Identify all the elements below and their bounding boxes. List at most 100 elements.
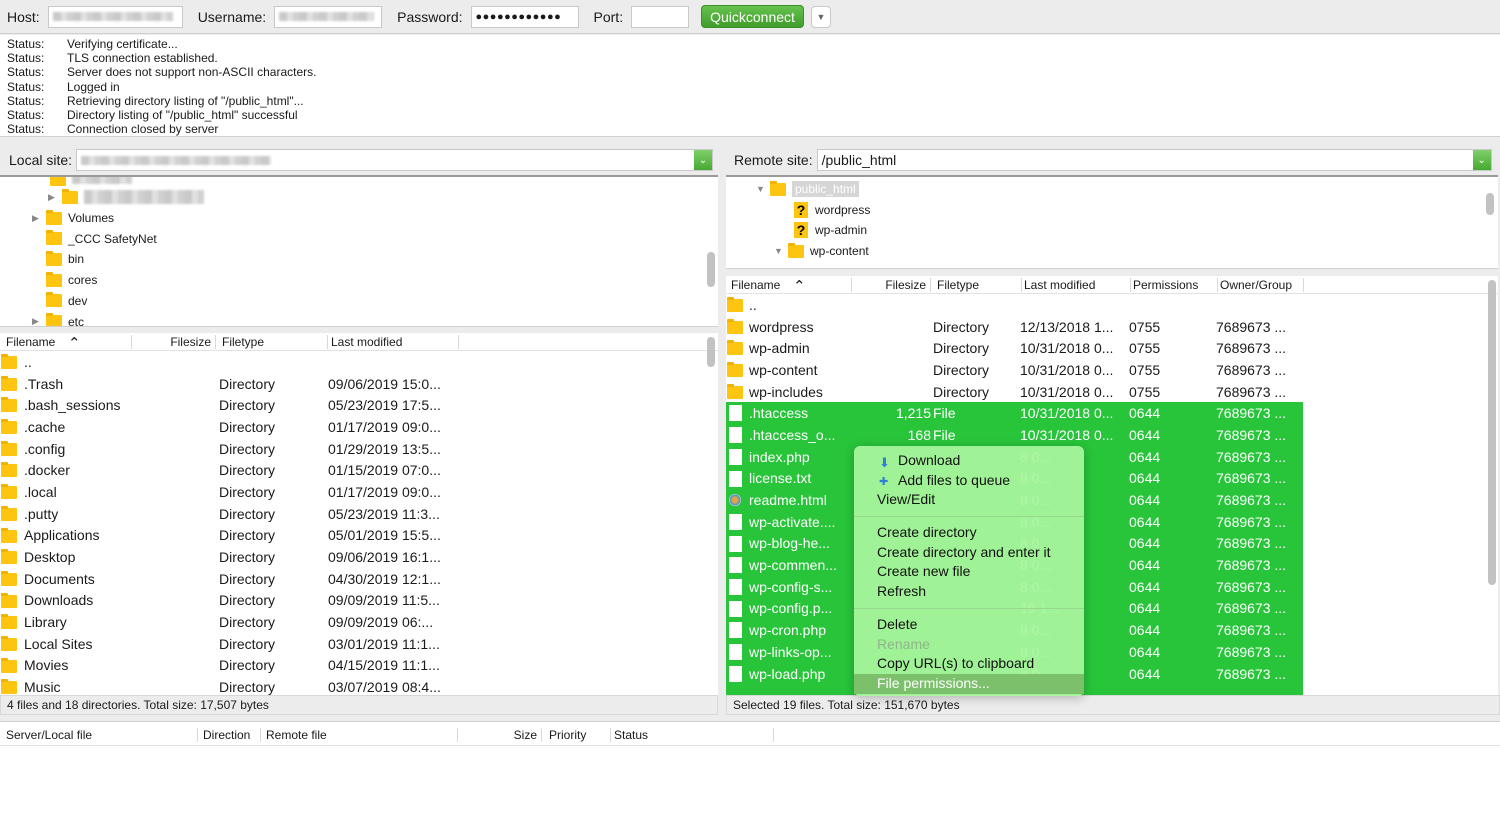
table-row[interactable]: wordpress Directory 12/13/2018 1... 0755 768…: [726, 316, 1498, 338]
local-site-input[interactable]: ⌄: [76, 149, 714, 171]
menu-item-copy-url-s-to-clipboard[interactable]: Copy URL(s) to clipboard: [854, 654, 1084, 674]
cell-perms: 0755: [1129, 361, 1161, 378]
column-header-remote-file[interactable]: Remote file: [266, 728, 458, 742]
column-header-filetype[interactable]: Filetype: [937, 278, 1022, 292]
table-row[interactable]: wp-admin Directory 10/31/2018 0... 0755 7689…: [726, 337, 1498, 359]
tree-node[interactable]: bin: [32, 249, 84, 269]
tree-node[interactable]: cores: [32, 270, 97, 290]
local-list-scrollbar[interactable]: [707, 337, 715, 367]
local-tree: ▶ ▶ Volumes _CCC SafetyNet bin cores dev ▶ etc: [0, 175, 718, 327]
column-header-filesize[interactable]: Filesize: [132, 335, 216, 349]
column-header-last-modified[interactable]: Last modified: [1024, 278, 1131, 292]
log-message: Verifying certificate...: [67, 37, 178, 51]
username-input[interactable]: [274, 5, 383, 28]
port-input[interactable]: [631, 5, 690, 28]
table-row[interactable]: Local Sites Directory 03/01/2019 11:1...: [0, 633, 718, 655]
local-tree-scrollbar[interactable]: [707, 252, 715, 287]
log-key: Status:: [7, 79, 45, 94]
column-header-last-modified[interactable]: Last modified: [331, 335, 459, 349]
folder-icon: [46, 313, 62, 326]
table-row[interactable]: .docker Directory 01/15/2019 07:0...: [0, 459, 718, 481]
tree-node[interactable]: ? wordpress: [794, 200, 870, 220]
column-header-status[interactable]: Status: [614, 728, 774, 742]
expand-icon[interactable]: ▶: [32, 213, 46, 224]
table-row[interactable]: .config Directory 01/29/2019 13:5...: [0, 438, 718, 460]
table-row[interactable]: .htaccess 1,215 File 10/31/2018 0... 0644 768…: [726, 402, 1303, 425]
remote-list-header: Filename Filesize Filetype Last modified Per…: [726, 276, 1498, 295]
log-key: Status:: [7, 65, 45, 80]
quickconnect-button[interactable]: Quickconnect: [701, 5, 804, 28]
menu-item-create-directory-and-enter-it[interactable]: Create directory and enter it: [854, 543, 1084, 563]
sort-ascending-icon[interactable]: ⌃: [793, 277, 810, 295]
folder-icon: [1, 679, 17, 695]
table-row[interactable]: ..: [0, 351, 718, 373]
cell-modified: 09/09/2019 11:5...: [328, 592, 440, 609]
local-site-dropdown-icon[interactable]: ⌄: [694, 150, 713, 170]
table-row[interactable]: Documents Directory 04/30/2019 12:1...: [0, 568, 718, 590]
cell-modified: 04/15/2019 11:1...: [328, 657, 440, 674]
file-icon: [729, 470, 742, 487]
column-header-direction[interactable]: Direction: [203, 728, 261, 742]
table-row[interactable]: .local Directory 01/17/2019 09:0...: [0, 481, 718, 503]
column-header-size[interactable]: Size: [460, 728, 542, 742]
cell-modified: 10/31/2018 0...: [1020, 383, 1114, 400]
menu-item-download[interactable]: ⬇ Download: [854, 451, 1084, 471]
table-row[interactable]: wp-includes Directory 10/31/2018 0... 0755 7…: [726, 381, 1498, 403]
password-input[interactable]: ●●●●●●●●●●●●: [470, 5, 579, 28]
tree-node[interactable]: ▶ Volumes: [32, 208, 114, 228]
column-header-filetype[interactable]: Filetype: [222, 335, 328, 349]
column-header-owner-group[interactable]: Owner/Group: [1220, 278, 1304, 292]
tree-node[interactable]: ▼ public_html: [756, 179, 859, 199]
menu-item-create-new-file[interactable]: Create new file: [854, 562, 1084, 582]
table-row[interactable]: Music Directory 03/07/2019 08:4...: [0, 676, 718, 695]
remote-site-dropdown-icon[interactable]: ⌄: [1472, 150, 1491, 170]
column-header-filename[interactable]: Filename: [731, 278, 852, 292]
table-row[interactable]: .putty Directory 05/23/2019 11:3...: [0, 503, 718, 525]
table-row[interactable]: .Trash Directory 09/06/2019 15:0...: [0, 373, 718, 395]
table-row[interactable]: Applications Directory 05/01/2019 15:5...: [0, 525, 718, 547]
cell-type: Directory: [219, 483, 276, 500]
menu-item-create-directory[interactable]: Create directory: [854, 523, 1084, 543]
table-row[interactable]: Desktop Directory 09/06/2019 16:1...: [0, 546, 718, 568]
table-row[interactable]: .htaccess_o... 168 File 10/31/2018 0... 0644…: [726, 424, 1303, 446]
menu-item-view-edit[interactable]: View/Edit: [854, 490, 1084, 510]
quickconnect-dropdown-icon[interactable]: ▼: [810, 5, 831, 28]
menu-item-refresh[interactable]: Refresh: [854, 582, 1084, 602]
collapse-icon[interactable]: ▼: [774, 246, 788, 256]
tree-node-blurred[interactable]: ▶: [48, 187, 204, 207]
remote-list-scrollbar[interactable]: [1488, 280, 1496, 585]
tree-node[interactable]: ▼ wp-content: [774, 241, 869, 261]
table-row[interactable]: wp-content Directory 10/31/2018 0... 0755 76…: [726, 359, 1498, 381]
table-row[interactable]: .cache Directory 01/17/2019 09:0...: [0, 416, 718, 438]
sort-ascending-icon[interactable]: ⌃: [68, 334, 85, 352]
cell-owner: 7689673 ...: [1216, 318, 1287, 335]
table-row[interactable]: ..: [726, 294, 1498, 316]
menu-item-file-permissions[interactable]: File permissions...: [854, 673, 1084, 694]
collapse-icon[interactable]: ▼: [756, 184, 770, 194]
queue-header: Server/Local file Direction Remote file Siz…: [0, 722, 1500, 746]
expand-icon[interactable]: ▶: [48, 192, 62, 203]
menu-item-rename: Rename: [854, 635, 1084, 655]
cell-perms: 0644: [1129, 643, 1161, 660]
remote-site-input[interactable]: /public_html ⌄: [816, 149, 1492, 171]
column-header-server-local-file[interactable]: Server/Local file: [6, 728, 198, 742]
table-row[interactable]: .bash_sessions Directory 05/23/2019 17:5..…: [0, 394, 718, 416]
host-input[interactable]: [47, 5, 183, 28]
column-header-priority[interactable]: Priority: [549, 728, 611, 742]
tree-node[interactable]: dev: [32, 291, 87, 311]
folder-icon: [1, 397, 17, 413]
column-header-filesize[interactable]: Filesize: [852, 278, 931, 292]
menu-item-delete[interactable]: Delete: [854, 615, 1084, 635]
column-header-permissions[interactable]: Permissions: [1133, 278, 1218, 292]
remote-tree-scrollbar[interactable]: [1486, 193, 1494, 215]
tree-node-label: bin: [68, 252, 85, 267]
file-icon: [729, 665, 742, 682]
table-row[interactable]: Movies Directory 04/15/2019 11:1...: [0, 655, 718, 677]
menu-item-add-files-to-queue[interactable]: ✚ Add files to queue: [854, 471, 1084, 491]
tree-node[interactable]: ? wp-admin: [794, 220, 867, 240]
table-row[interactable]: Library Directory 09/09/2019 06:...: [0, 611, 718, 633]
tree-node[interactable]: ▶ etc: [32, 312, 84, 326]
table-row[interactable]: Downloads Directory 09/09/2019 11:5...: [0, 590, 718, 612]
tree-node[interactable]: _CCC SafetyNet: [32, 229, 157, 249]
expand-icon[interactable]: ▶: [32, 316, 46, 326]
